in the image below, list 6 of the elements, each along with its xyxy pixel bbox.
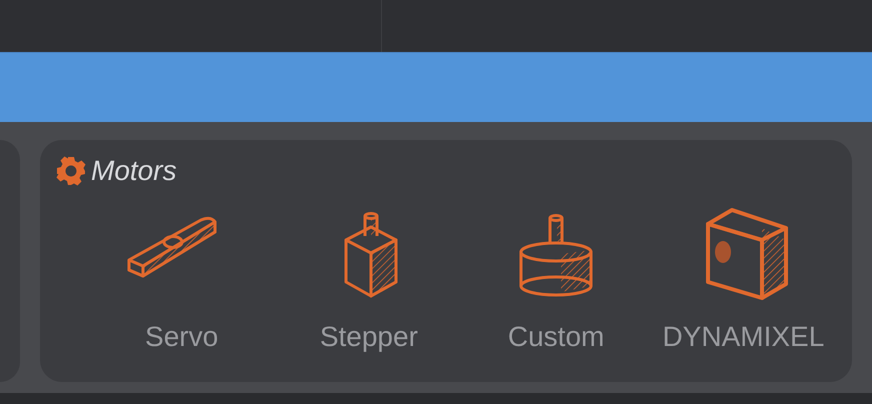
motor-button[interactable]: Custom: [462, 202, 650, 354]
motor-button[interactable]: DYNAMIXEL: [650, 202, 837, 354]
settings-icon: [55, 155, 87, 187]
motor-button[interactable]: Stepper: [275, 202, 462, 354]
motor-button[interactable]: Servo: [88, 202, 276, 354]
section-title: Motors: [91, 154, 177, 188]
